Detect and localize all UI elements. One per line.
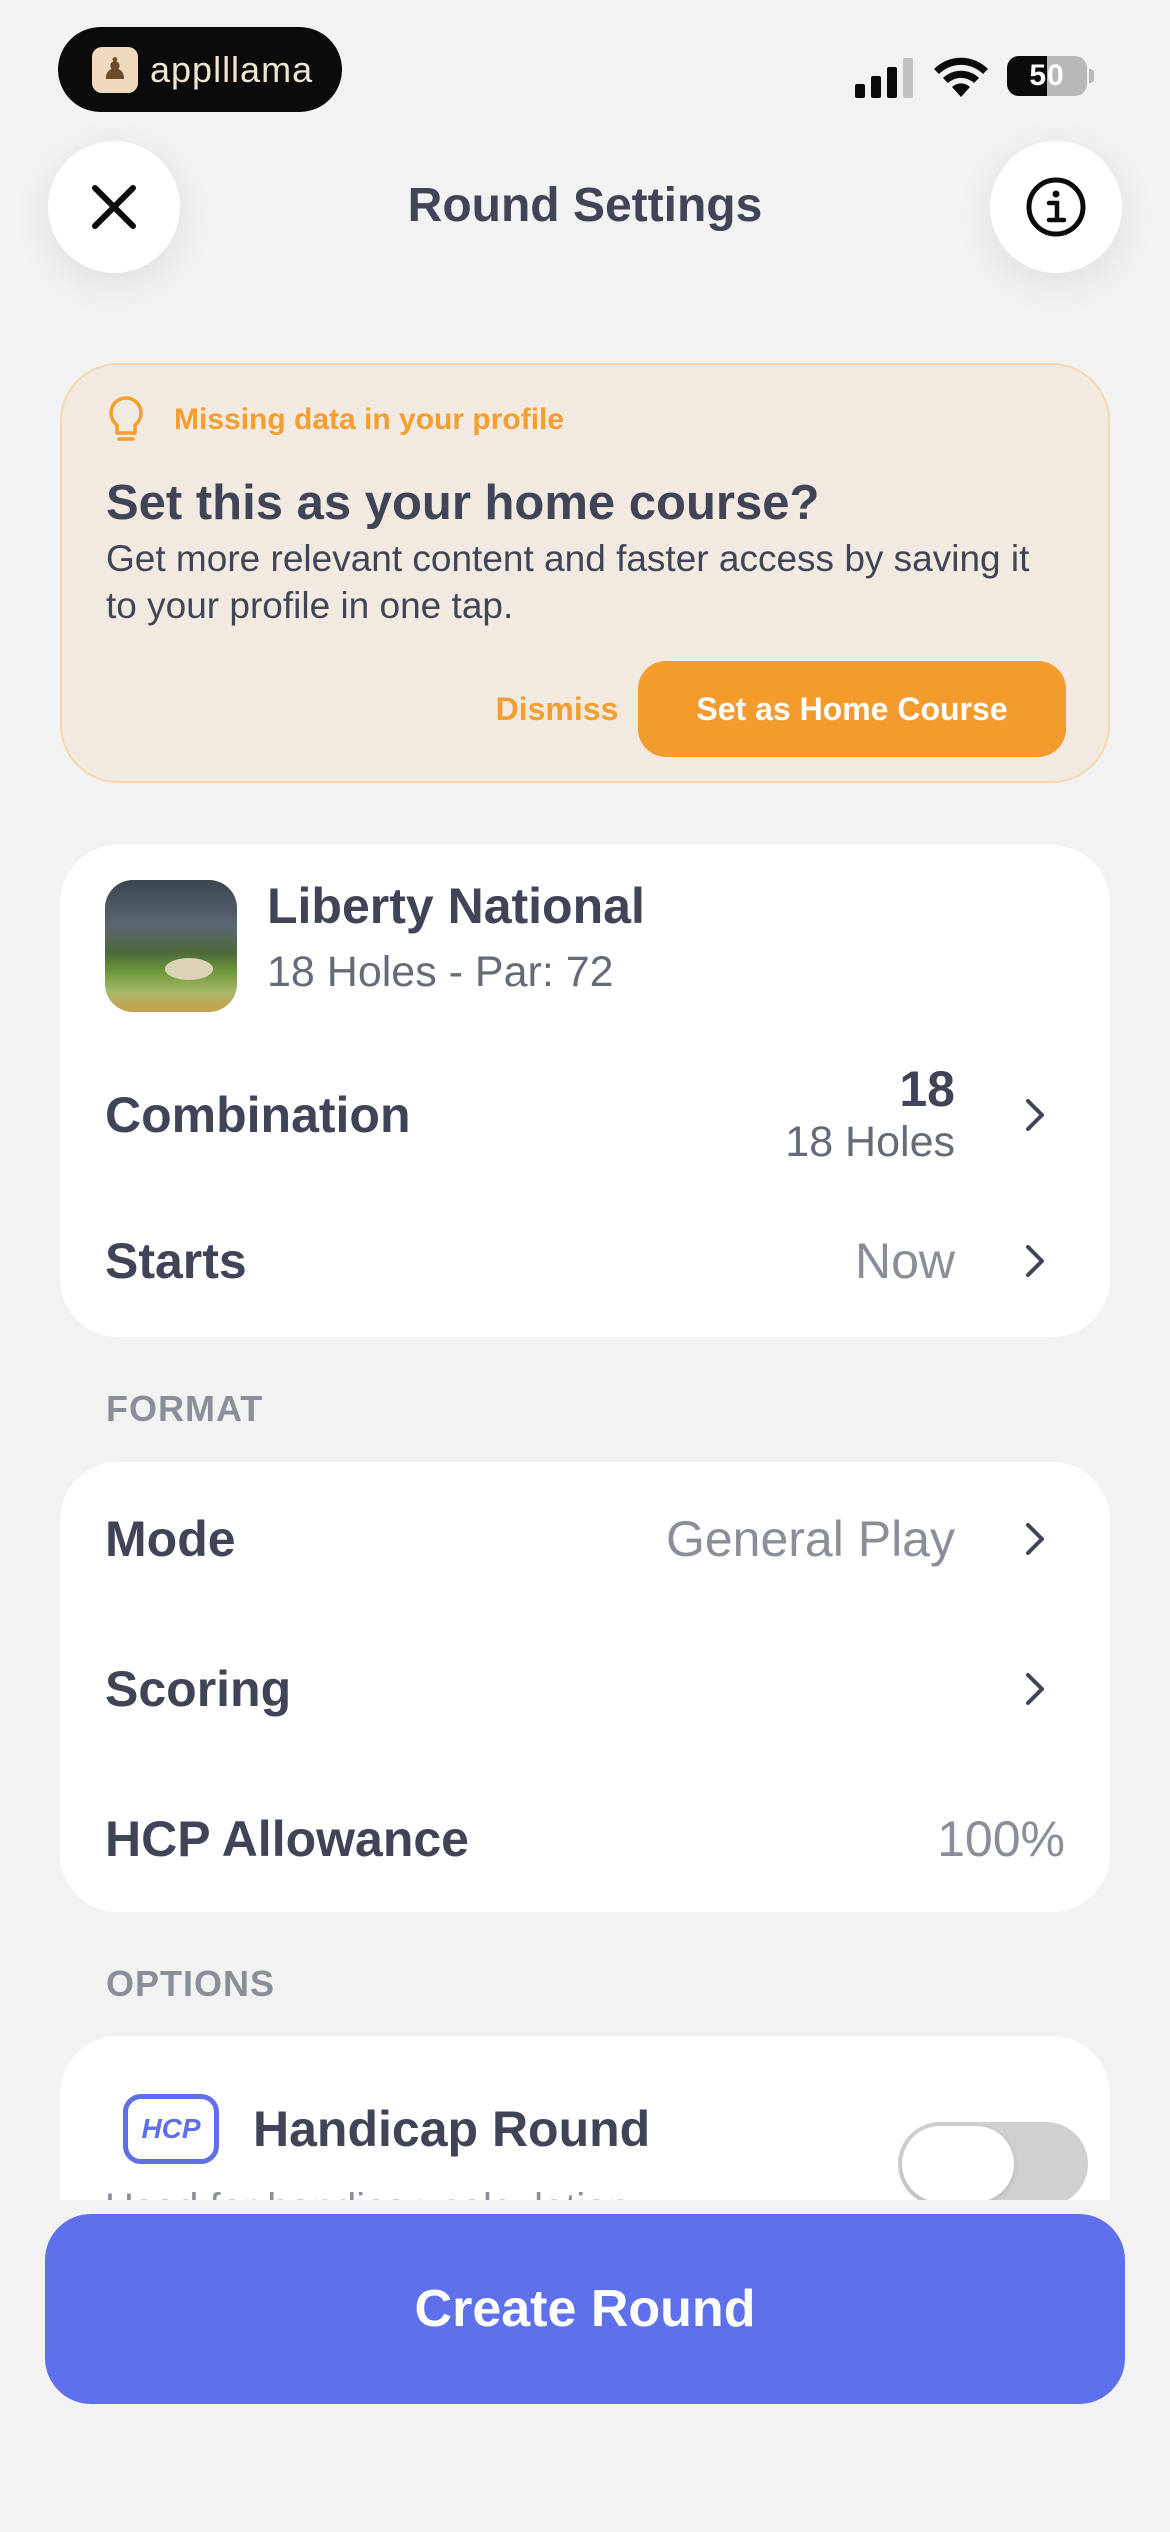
options-section-title: OPTIONS <box>106 1963 276 2004</box>
set-home-course-button[interactable]: Set as Home Course <box>638 661 1066 757</box>
banner-body: Get more relevant content and faster acc… <box>106 538 1030 626</box>
handicap-round-toggle[interactable] <box>898 2122 1088 2206</box>
course-thumbnail <box>105 880 237 1012</box>
wifi-icon <box>934 57 988 97</box>
hint-row: Missing data in your profile <box>108 395 564 445</box>
combination-value: 18 <box>899 1061 955 1117</box>
scoring-label: Scoring <box>105 1661 292 1717</box>
llama-logo-icon: ♟ <box>92 46 138 93</box>
hcp-allowance-value: 100% <box>937 1811 1065 1867</box>
battery-nub <box>1089 69 1094 83</box>
status-bar: ♟ applllama 50 <box>0 0 1170 130</box>
app-badge[interactable]: ♟ applllama <box>58 27 342 112</box>
starts-value: Now <box>854 1233 955 1289</box>
handicap-round-label: Handicap Round <box>253 2101 651 2157</box>
hint-text: Missing data in your profile <box>174 403 565 436</box>
mode-value: General Play <box>665 1511 955 1567</box>
mode-label: Mode <box>105 1511 236 1567</box>
info-icon <box>1026 177 1086 237</box>
hcp-allowance-label: HCP Allowance <box>105 1811 469 1867</box>
course-card: Liberty National 18 Holes - Par: 72 Comb… <box>60 845 1110 1337</box>
toggle-knob <box>902 2126 1014 2202</box>
combination-sub: 18 Holes <box>785 1118 955 1166</box>
app-badge-name: applllama <box>150 48 314 90</box>
battery-percent: 50 <box>1029 59 1065 92</box>
course-thumbnail-bunker <box>165 958 213 980</box>
format-section-title: FORMAT <box>106 1388 264 1429</box>
chevron-right-icon <box>1026 1673 1044 1705</box>
chevron-right-icon <box>1026 1099 1044 1131</box>
chevron-right-icon <box>1026 1245 1044 1277</box>
course-subtitle: 18 Holes - Par: 72 <box>267 948 614 996</box>
home-course-banner: Missing data in your profile Set this as… <box>60 363 1110 783</box>
battery-icon: 50 <box>1007 56 1087 96</box>
combination-label: Combination <box>105 1087 411 1143</box>
hcp-badge-icon: HCP <box>123 2094 219 2164</box>
cellular-signal-icon <box>855 58 913 98</box>
chevron-right-icon <box>1026 1523 1044 1555</box>
starts-label: Starts <box>105 1233 247 1289</box>
banner-headline: Set this as your home course? <box>106 476 820 530</box>
info-button[interactable] <box>990 141 1122 273</box>
course-name: Liberty National <box>267 878 645 934</box>
create-round-button[interactable]: Create Round <box>45 2214 1125 2404</box>
lightbulb-icon <box>109 396 143 441</box>
format-card: Mode General Play Scoring HCP Allowance … <box>60 1462 1110 1912</box>
